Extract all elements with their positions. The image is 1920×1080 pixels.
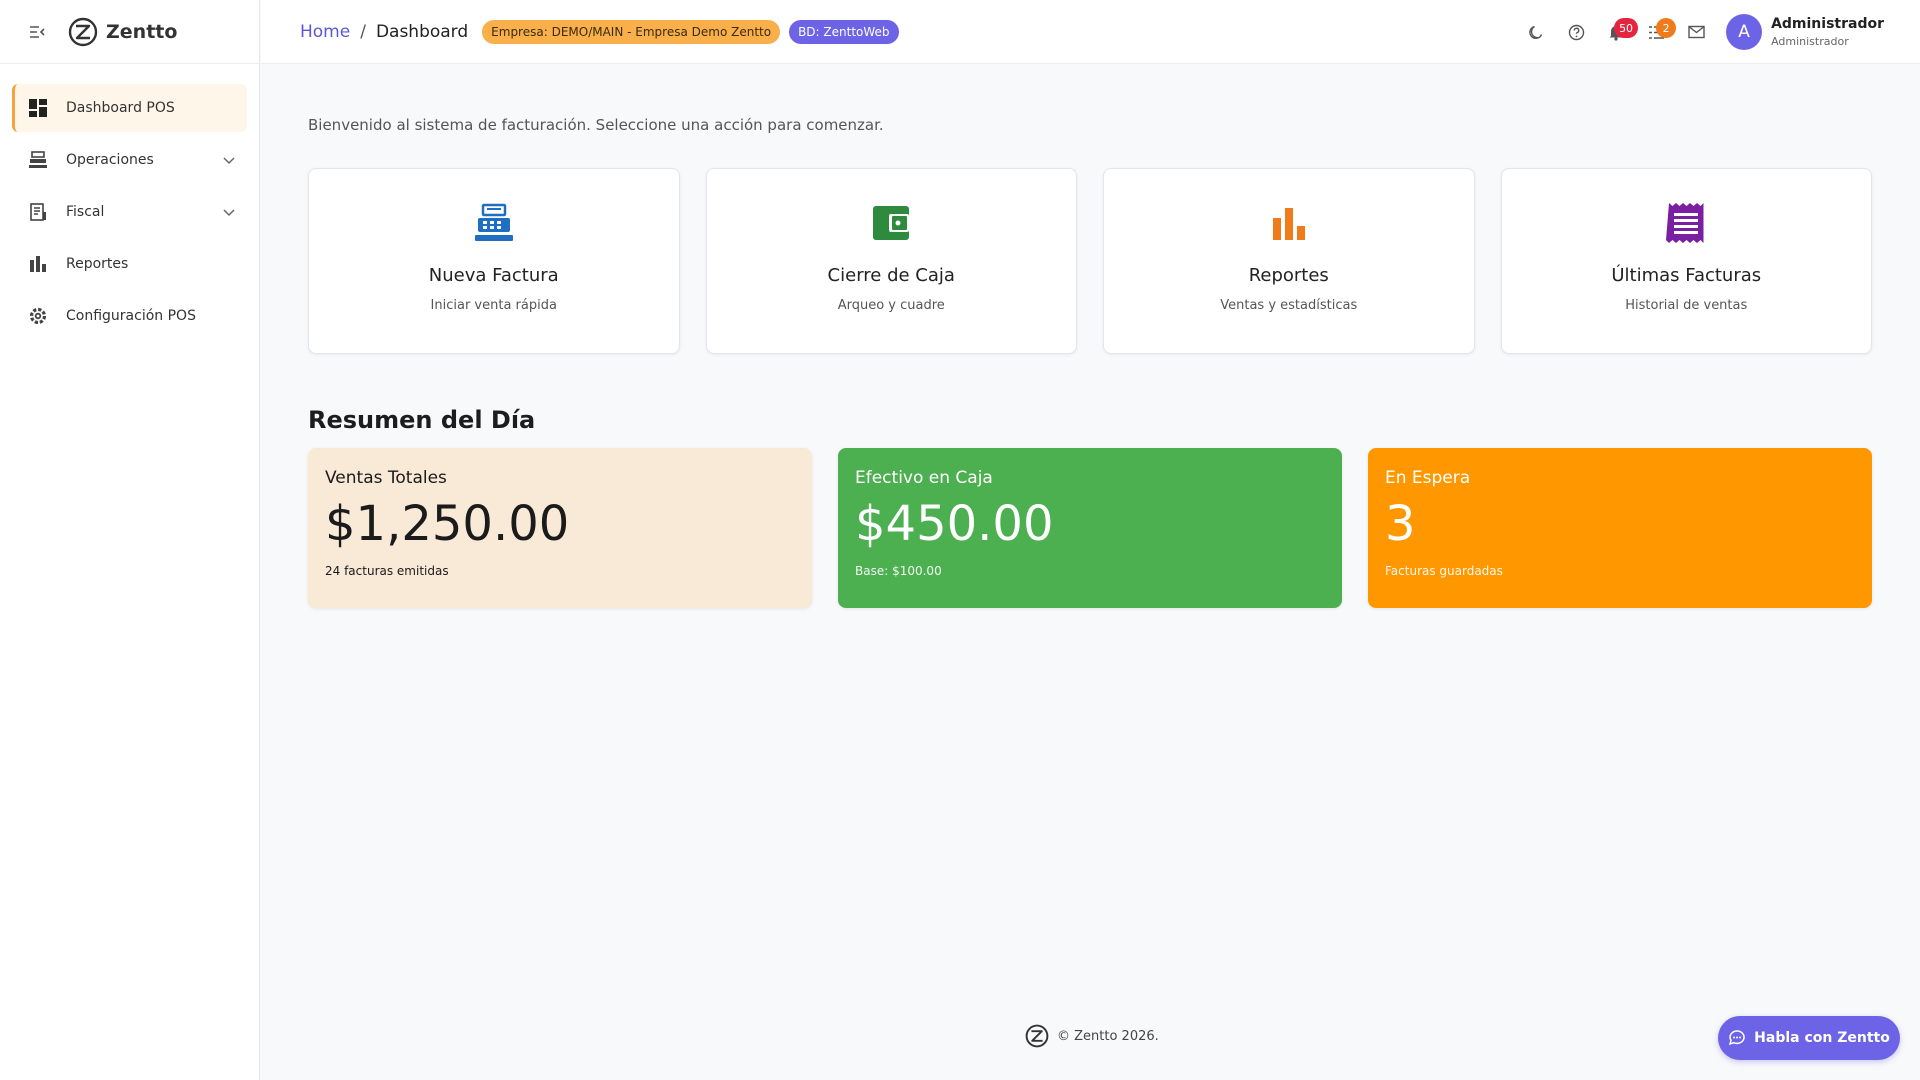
stat-title: Efectivo en Caja bbox=[855, 468, 993, 488]
stat-value: 3 bbox=[1385, 496, 1416, 552]
cash-register-icon bbox=[472, 201, 516, 245]
gear-icon bbox=[26, 304, 50, 328]
action-subtitle: Arqueo y cuadre bbox=[837, 298, 945, 313]
dark-mode-icon[interactable] bbox=[1516, 12, 1556, 52]
en-espera-card: En Espera 3 Facturas guardadas bbox=[1368, 448, 1872, 608]
database-badge[interactable]: BD: ZenttoWeb bbox=[789, 19, 899, 44]
footer: © Zentto 2026. bbox=[1025, 1024, 1159, 1048]
help-icon[interactable] bbox=[1556, 12, 1596, 52]
quick-actions: Nueva Factura Iniciar venta rápida Cierr… bbox=[308, 168, 1872, 354]
breadcrumb-separator: / bbox=[360, 21, 366, 42]
chevron-down-icon bbox=[223, 209, 235, 217]
avatar[interactable]: A bbox=[1726, 14, 1763, 50]
bar-chart-icon bbox=[26, 252, 50, 276]
brand-name: Zentto bbox=[106, 20, 178, 43]
sidebar-item-configuracion-pos[interactable]: Configuración POS bbox=[12, 292, 247, 340]
stat-value: $1,250.00 bbox=[325, 496, 570, 552]
efectivo-en-caja-card: Efectivo en Caja $450.00 Base: $100.00 bbox=[838, 448, 1342, 608]
menu-collapse-icon[interactable] bbox=[26, 21, 48, 43]
action-title: Cierre de Caja bbox=[827, 265, 955, 286]
action-subtitle: Historial de ventas bbox=[1625, 298, 1748, 313]
cierre-de-caja-card[interactable]: Cierre de Caja Arqueo y cuadre bbox=[705, 168, 1077, 354]
bar-chart-icon bbox=[1267, 201, 1311, 245]
zentto-logo-icon bbox=[68, 17, 98, 46]
stat-subtitle: Facturas guardadas bbox=[1385, 564, 1503, 578]
company-badge[interactable]: Empresa: DEMO/MAIN - Empresa Demo Zentto bbox=[482, 19, 781, 44]
action-title: Nueva Factura bbox=[428, 265, 559, 286]
sidebar-item-fiscal[interactable]: Fiscal bbox=[12, 188, 247, 236]
chevron-down-icon bbox=[223, 157, 235, 165]
chat-with-zentto-button[interactable]: Habla con Zentto bbox=[1718, 1016, 1900, 1060]
sidebar-item-label: Fiscal bbox=[66, 204, 105, 220]
breadcrumb-current: Dashboard bbox=[375, 21, 469, 42]
sidebar-item-label: Operaciones bbox=[66, 152, 154, 168]
stat-title: Ventas Totales bbox=[325, 468, 447, 488]
daily-summary: Ventas Totales $1,250.00 24 facturas emi… bbox=[308, 448, 1872, 608]
chat-bubble-icon bbox=[1729, 1030, 1745, 1046]
ventas-totales-card: Ventas Totales $1,250.00 24 facturas emi… bbox=[308, 448, 812, 608]
mail-icon[interactable] bbox=[1676, 12, 1716, 52]
sidebar-item-reportes[interactable]: Reportes bbox=[12, 240, 247, 288]
user-role: Administrador bbox=[1771, 35, 1849, 48]
chat-button-label: Habla con Zentto bbox=[1754, 1030, 1890, 1046]
action-subtitle: Iniciar venta rápida bbox=[430, 298, 557, 313]
wallet-icon bbox=[869, 201, 913, 245]
action-subtitle: Ventas y estadísticas bbox=[1220, 298, 1358, 313]
notifications-count-badge: 50 bbox=[1614, 18, 1639, 38]
topbar-actions: 50 2 A Administrador Administrador bbox=[1516, 0, 1884, 64]
stat-subtitle: Base: $100.00 bbox=[855, 564, 942, 578]
fiscal-receipt-icon bbox=[26, 200, 50, 224]
sidebar-item-label: Reportes bbox=[66, 256, 129, 272]
sidebar-item-dashboard-pos[interactable]: Dashboard POS bbox=[12, 84, 247, 132]
register-icon bbox=[26, 148, 50, 172]
breadcrumb-home-link[interactable]: Home bbox=[300, 22, 350, 42]
brand-bar: Zentto bbox=[0, 0, 259, 64]
sidebar-item-label: Configuración POS bbox=[66, 308, 196, 324]
action-title: Últimas Facturas bbox=[1611, 265, 1762, 286]
action-title: Reportes bbox=[1248, 265, 1329, 286]
zentto-logo-icon bbox=[1025, 1024, 1049, 1048]
stat-value: $450.00 bbox=[855, 496, 1054, 552]
topbar: Home / Dashboard Empresa: DEMO/MAIN - Em… bbox=[261, 0, 1920, 64]
welcome-text: Bienvenido al sistema de facturación. Se… bbox=[308, 116, 884, 134]
reportes-card[interactable]: Reportes Ventas y estadísticas bbox=[1103, 168, 1475, 354]
main-content: Bienvenido al sistema de facturación. Se… bbox=[308, 64, 1872, 608]
stat-subtitle: 24 facturas emitidas bbox=[325, 564, 449, 578]
nueva-factura-card[interactable]: Nueva Factura Iniciar venta rápida bbox=[308, 168, 680, 354]
footer-copyright: © Zentto 2026. bbox=[1057, 1028, 1159, 1044]
sidebar-item-operaciones[interactable]: Operaciones bbox=[12, 136, 247, 184]
sidebar: Zentto Dashboard POS Operaciones Fiscal bbox=[0, 0, 260, 1080]
receipt-icon bbox=[1664, 201, 1708, 245]
sidebar-item-label: Dashboard POS bbox=[66, 100, 175, 116]
ultimas-facturas-card[interactable]: Últimas Facturas Historial de ventas bbox=[1500, 168, 1872, 354]
stat-title: En Espera bbox=[1385, 468, 1471, 488]
user-info[interactable]: Administrador Administrador bbox=[1771, 16, 1884, 48]
summary-title: Resumen del Día bbox=[308, 406, 536, 434]
user-name: Administrador bbox=[1771, 16, 1884, 32]
tasks-count-badge: 2 bbox=[1656, 18, 1677, 38]
tasks-list-icon[interactable]: 2 bbox=[1636, 12, 1677, 52]
notifications-bell-icon[interactable]: 50 bbox=[1596, 12, 1639, 52]
sidebar-nav: Dashboard POS Operaciones Fiscal Reporte… bbox=[0, 64, 259, 340]
dashboard-icon bbox=[26, 96, 50, 120]
